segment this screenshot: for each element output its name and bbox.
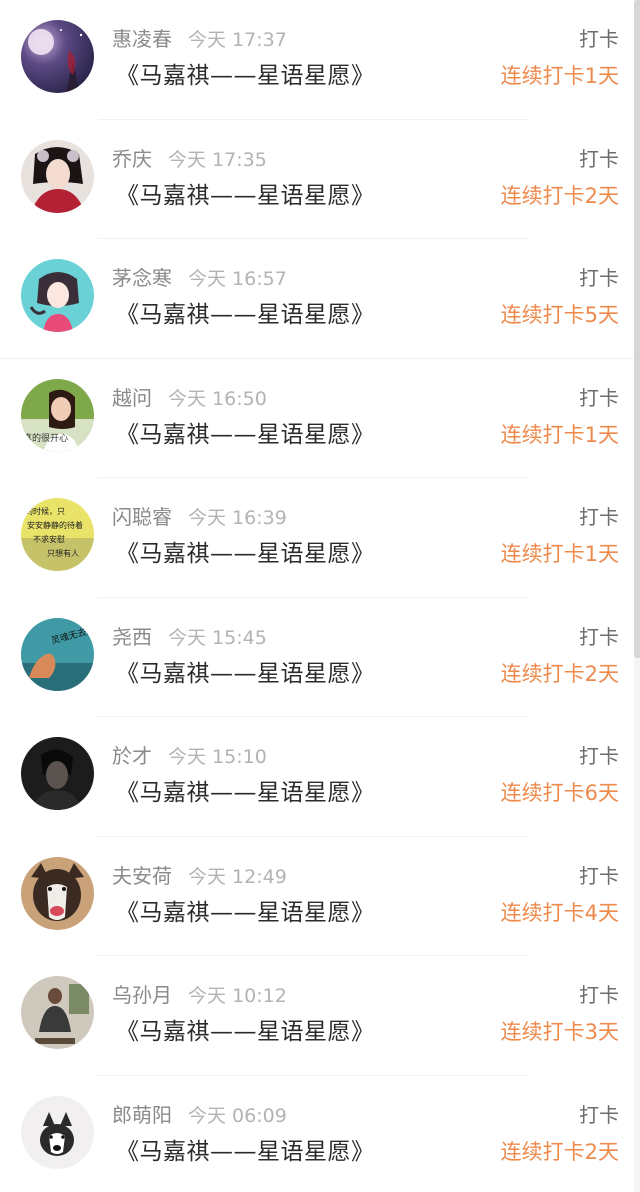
checkin-time: 今天 16:50 [168,387,267,410]
checkin-time: 今天 15:45 [168,626,267,649]
avatar-night-sky-icon [21,20,94,93]
avatar[interactable]: 真的很开心 [21,378,94,452]
list-item[interactable]: 乌孙月 今天 10:12 《马嘉祺——星语星愿》 打卡 连续打卡3天 [0,956,640,1076]
streak-badge: 连续打卡2天 [500,661,619,686]
user-name: 乔庆 今天 17:35 [112,146,267,173]
checkin-label: 打卡 [579,146,619,171]
avatar-caption: 只想有人 [47,548,79,558]
user-name: 夫安荷 今天 12:49 [112,863,287,890]
checkin-list: 惠凌春 今天 17:37 《马嘉祺——星语星愿》 打卡 连续打卡1天 乔庆 今天 1… [0,0,640,1192]
checkin-time: 今天 15:10 [168,746,267,768]
user-name: 尧西 今天 15:45 [112,624,267,651]
checkin-label: 打卡 [579,27,619,51]
user-name-text: 闪聪睿 [112,505,172,529]
avatar[interactable] [21,259,94,332]
streak-badge: 连续打卡2天 [500,183,619,208]
list-item[interactable]: 郎萌阳 今天 06:09 《马嘉祺——星语星愿》 打卡 连续打卡2天 [0,1076,640,1192]
list-item[interactable]: 的时候，只 安安静静的待着 不求安慰 只想有人 闪聪睿 今天 16:39 《马嘉祺… [0,478,640,598]
song-title[interactable]: 《马嘉祺——星语星愿》 [116,180,375,212]
avatar-caption: 不求安慰 [33,534,65,544]
user-name-text: 乔庆 [112,146,152,171]
avatar-costume-girl-icon [21,139,94,213]
user-name-text: 越问 [112,385,152,410]
song-title[interactable]: 《马嘉祺——星语星愿》 [116,299,375,331]
checkin-label: 打卡 [579,744,619,768]
song-title[interactable]: 《马嘉祺——星语星愿》 [116,1136,375,1168]
user-name-text: 尧西 [112,624,152,649]
checkin-time: 今天 10:12 [188,985,287,1007]
checkin-label: 打卡 [579,1102,619,1127]
checkin-label: 打卡 [579,266,619,290]
streak-badge: 连续打卡1天 [500,422,619,447]
avatar[interactable]: 灵魂无去处 [21,617,94,691]
song-title[interactable]: 《马嘉祺——星语星愿》 [116,777,375,809]
user-name: 於才 今天 15:10 [112,743,267,770]
avatar-husky-dog-icon [21,856,94,930]
checkin-time: 今天 16:57 [188,268,287,290]
user-name-text: 郎萌阳 [112,1102,172,1127]
song-title[interactable]: 《马嘉祺——星语星愿》 [116,538,375,570]
checkin-time: 今天 17:37 [188,29,287,51]
user-name: 惠凌春 今天 17:37 [112,26,287,53]
song-title[interactable]: 《马嘉祺——星语星愿》 [116,1016,375,1048]
avatar[interactable] [21,1095,94,1169]
avatar-caption: 安安静静的待着 [27,520,83,530]
user-name: 乌孙月 今天 10:12 [112,982,287,1009]
checkin-time: 今天 17:35 [168,148,267,171]
user-name: 茅念寒 今天 16:57 [112,265,287,292]
user-name-text: 於才 [112,744,152,768]
streak-badge: 连续打卡4天 [500,900,619,925]
avatar-text-image-icon: 的时候，只 安安静静的待着 不求安慰 只想有人 [21,498,94,571]
user-name-text: 茅念寒 [112,266,172,290]
user-name: 越问 今天 16:50 [112,385,267,412]
list-item[interactable]: 乔庆 今天 17:35 《马嘉祺——星语星愿》 打卡 连续打卡2天 [0,120,640,239]
streak-badge: 连续打卡6天 [500,781,619,805]
user-name-text: 乌孙月 [112,983,172,1007]
checkin-time: 今天 06:09 [188,1104,287,1127]
avatar[interactable]: 的时候，只 安安静静的待着 不求安慰 只想有人 [21,498,94,571]
avatar[interactable] [21,856,94,930]
scrollbar-thumb[interactable] [634,0,640,658]
song-title[interactable]: 《马嘉祺——星语星愿》 [116,658,375,690]
checkin-label: 打卡 [579,863,619,888]
list-item[interactable]: 茅念寒 今天 16:57 《马嘉祺——星语星愿》 打卡 连续打卡5天 [0,239,640,359]
avatar[interactable] [21,737,94,810]
streak-badge: 连续打卡3天 [500,1020,619,1044]
list-item[interactable]: 灵魂无去处 尧西 今天 15:45 《马嘉祺——星语星愿》 打卡 连续打卡2天 [0,598,640,717]
avatar-caption: 的时候，只 [25,506,65,516]
song-title[interactable]: 《马嘉祺——星语星愿》 [116,897,375,929]
list-item[interactable]: 真的很开心 越问 今天 16:50 《马嘉祺——星语星愿》 打卡 连续打卡1天 [0,359,640,478]
checkin-label: 打卡 [579,624,619,649]
avatar-smiling-woman-icon: 真的很开心 [21,378,94,452]
avatar-caption: 真的很开心 [23,432,68,444]
avatar-husky-puppy-icon [21,1095,94,1169]
list-item[interactable]: 惠凌春 今天 17:37 《马嘉祺——星语星愿》 打卡 连续打卡1天 [0,0,640,120]
streak-badge: 连续打卡5天 [500,303,619,327]
user-name-text: 夫安荷 [112,863,172,888]
checkin-time: 今天 16:39 [188,507,287,529]
checkin-label: 打卡 [579,505,619,529]
checkin-time: 今天 12:49 [188,865,287,888]
user-name: 郎萌阳 今天 06:09 [112,1102,287,1129]
streak-badge: 连续打卡2天 [500,1139,619,1164]
user-name-text: 惠凌春 [112,27,172,51]
user-name: 闪聪睿 今天 16:39 [112,504,287,531]
avatar[interactable] [21,20,94,93]
avatar-dark-portrait-icon [21,737,94,810]
list-item[interactable]: 夫安荷 今天 12:49 《马嘉祺——星语星愿》 打卡 连续打卡4天 [0,837,640,956]
song-title[interactable]: 《马嘉祺——星语星愿》 [116,419,375,451]
avatar-sitting-man-icon [21,976,94,1049]
streak-badge: 连续打卡1天 [500,64,619,88]
avatar-anime-girl-icon [21,259,94,332]
checkin-label: 打卡 [579,385,619,410]
list-item[interactable]: 於才 今天 15:10 《马嘉祺——星语星愿》 打卡 连续打卡6天 [0,717,640,837]
avatar[interactable] [21,976,94,1049]
checkin-label: 打卡 [579,983,619,1007]
avatar[interactable] [21,139,94,213]
avatar-hand-teal-icon: 灵魂无去处 [21,617,94,691]
song-title[interactable]: 《马嘉祺——星语星愿》 [116,60,375,92]
streak-badge: 连续打卡1天 [500,542,619,566]
